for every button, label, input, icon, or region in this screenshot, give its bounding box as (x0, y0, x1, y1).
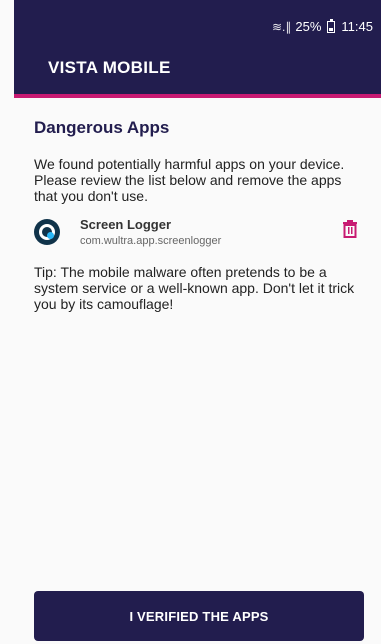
section-description: We found potentially harmful apps on you… (34, 156, 345, 204)
app-package: com.wultra.app.screenlogger (80, 235, 222, 247)
signal-icon: ≋.∥ (272, 19, 292, 34)
app-title: VISTA MOBILE (48, 58, 171, 77)
section-title: Dangerous Apps (34, 118, 170, 137)
screen-logger-app-icon (34, 219, 60, 245)
clock: 11:45 (341, 19, 373, 34)
delete-icon[interactable] (342, 220, 358, 238)
status-bar: ≋.∥ 25% 11:45 (272, 18, 373, 34)
main-content: Dangerous Apps We found potentially harm… (34, 118, 364, 312)
phone-screen: ≋.∥ 25% 11:45 VISTA MOBILE Dangerous App… (0, 0, 381, 644)
battery-percent: 25% (295, 19, 322, 34)
battery-icon (327, 18, 336, 33)
app-list-item: Screen Logger com.wultra.app.screenlogge… (34, 214, 364, 250)
app-info: Screen Logger com.wultra.app.screenlogge… (80, 217, 221, 247)
app-bar: ≋.∥ 25% 11:45 VISTA MOBILE (14, 0, 381, 96)
tip-text: Tip: The mobile malware often pretends t… (34, 264, 355, 312)
verify-apps-button[interactable]: I VERIFIED THE APPS (34, 591, 364, 641)
app-bar-accent-line (14, 94, 381, 98)
app-name: Screen Logger (80, 217, 172, 232)
